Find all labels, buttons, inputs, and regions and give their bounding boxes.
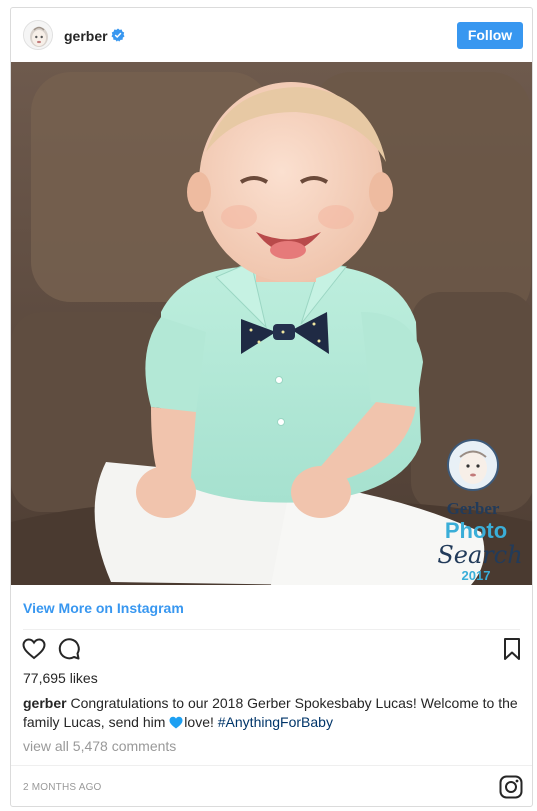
divider [23, 629, 520, 630]
avatar[interactable] [23, 20, 53, 50]
heart-icon[interactable] [21, 636, 47, 662]
follow-button[interactable]: Follow [457, 22, 523, 49]
bookmark-icon[interactable] [499, 636, 525, 662]
svg-text:Gerber: Gerber [447, 499, 500, 518]
post-header: gerber Follow [11, 8, 532, 62]
view-all-comments-link[interactable]: view all 5,478 comments [23, 738, 176, 754]
view-more-on-instagram-link[interactable]: View More on Instagram [23, 600, 184, 616]
post-image[interactable]: Gerber Photo Search 2017 [11, 62, 532, 585]
instagram-post-card: gerber Follow Gerber Photo Search 2017 V… [10, 7, 533, 807]
post-timestamp[interactable]: 2 MONTHS AGO [23, 782, 102, 793]
blue-heart-emoji-icon [169, 715, 183, 729]
verified-badge-icon [111, 28, 125, 42]
svg-text:Search: Search [437, 541, 522, 569]
caption-text-end: love! [184, 714, 214, 730]
divider [11, 765, 532, 766]
svg-text:Photo: Photo [445, 518, 507, 543]
post-caption: gerber Congratulations to our 2018 Gerbe… [23, 694, 523, 732]
likes-count[interactable]: 77,695 likes [23, 670, 98, 686]
comment-icon[interactable] [56, 636, 82, 662]
hashtag-link[interactable]: #AnythingForBaby [218, 714, 333, 730]
instagram-logo-icon[interactable] [499, 775, 523, 799]
username-link[interactable]: gerber [64, 28, 108, 44]
svg-text:2017: 2017 [462, 568, 491, 583]
caption-username[interactable]: gerber [23, 695, 67, 711]
